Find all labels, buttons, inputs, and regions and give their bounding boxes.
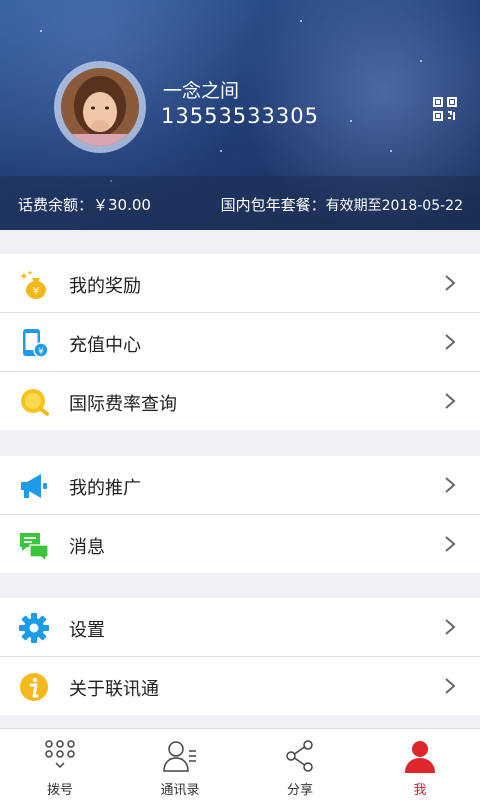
chevron-right-icon [445,619,456,635]
chevron-right-icon [445,678,456,694]
menu-item-label: 关于联讯通 [69,679,159,700]
tab-label: 拨号 [46,783,73,798]
tab-label: 通讯录 [160,783,200,798]
menu-group-2: 我的推广 消息 [0,456,480,573]
avatar[interactable] [61,68,139,146]
svg-text:¥: ¥ [38,347,44,357]
contacts-icon [163,741,196,772]
menu-item-label: 设置 [69,620,105,641]
user-icon [405,741,435,773]
package-label: 国内包年套餐： [220,196,326,214]
menu-item-about[interactable]: 关于联讯通 [0,657,480,715]
chevron-right-icon [445,536,456,552]
chevron-right-icon [445,334,456,350]
rate-search-icon [21,389,49,416]
svg-text:¥: ¥ [33,286,39,297]
menu-group-3: 设置 关于联讯通 [0,598,480,715]
reward-bag-icon: ¥ [20,270,46,299]
megaphone-icon [21,474,47,498]
menu-item-label: 充值中心 [69,335,141,356]
tab-share[interactable]: 分享 [240,729,360,801]
bottom-tab-bar: 拨号 通讯录 分享 我 [0,728,480,801]
chevron-right-icon [445,275,456,291]
tab-contacts[interactable]: 通讯录 [120,729,240,801]
menu-group-1: ¥ 我的奖励 ¥ 充值中心 国际费率查询 [0,254,480,430]
recharge-phone-icon: ¥ [23,329,49,358]
menu-item-intl-rates[interactable]: 国际费率查询 [0,372,480,430]
tab-label: 我 [413,783,427,798]
chevron-right-icon [445,477,456,493]
menu-item-label: 我的奖励 [69,276,141,297]
qr-code-icon[interactable] [432,96,458,122]
menu-item-label: 消息 [69,537,105,558]
tab-label: 分享 [286,783,313,798]
package-expiry: 有效期至2018-05-22 [325,198,463,214]
dialpad-icon [45,740,75,769]
username: 一念之间 [163,80,240,102]
menu-item-messages[interactable]: 消息 [0,515,480,573]
package-info: 国内包年套餐：有效期至2018-05-22 [221,194,463,215]
menu-item-label: 国际费率查询 [69,394,177,415]
balance-amount: 话费余额：￥30.00 [18,196,151,214]
message-chat-icon [20,533,49,561]
profile-header: 一念之间 13553533305 话费余额：￥30.00 国内包年套餐：有效期至… [0,0,480,230]
menu-item-recharge[interactable]: ¥ 充值中心 [0,313,480,372]
menu-item-settings[interactable]: 设置 [0,598,480,657]
chevron-right-icon [445,393,456,409]
share-icon [286,740,313,772]
balance-bar: 话费余额：￥30.00 国内包年套餐：有效期至2018-05-22 [0,176,480,230]
tab-dialpad[interactable]: 拨号 [0,729,120,801]
menu-item-rewards[interactable]: ¥ 我的奖励 [0,254,480,313]
menu-item-label: 我的推广 [69,478,141,499]
phone-number: 13553533305 [161,104,319,128]
menu-item-promotion[interactable]: 我的推广 [0,456,480,515]
info-icon [20,673,48,701]
tab-me[interactable]: 我 [360,729,480,801]
gear-icon [19,613,49,643]
